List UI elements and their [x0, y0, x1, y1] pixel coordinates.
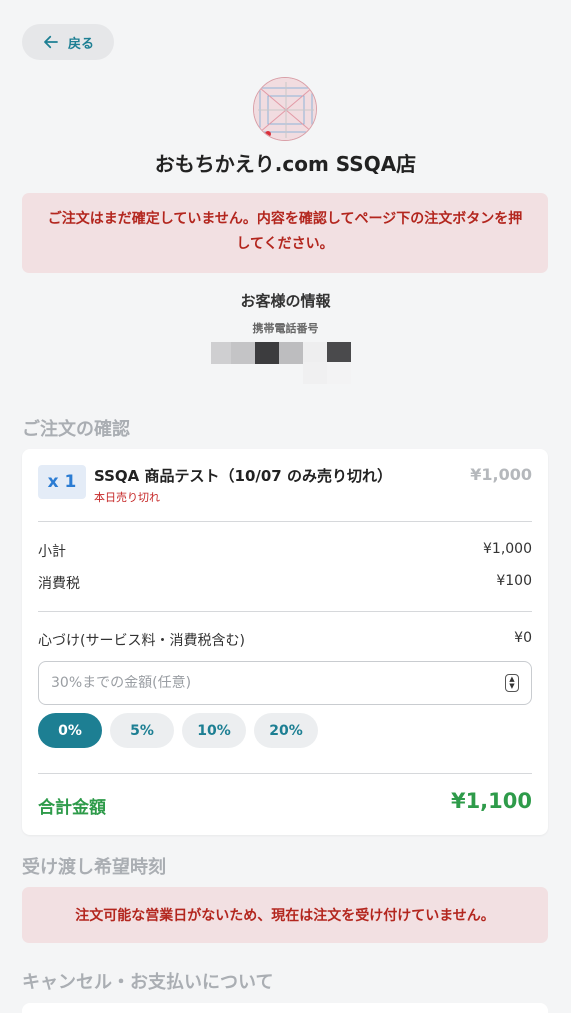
tip-value: ¥0: [514, 630, 532, 646]
back-button[interactable]: 戻る: [22, 24, 114, 60]
tax-label: 消費税: [38, 576, 80, 592]
phone-number-redacted: [211, 342, 351, 384]
tip-chip-0[interactable]: 0%: [38, 713, 102, 748]
order-summary-card: x 1 SSQA 商品テスト（10/07 のみ売り切れ） 本日売り切れ ¥1,0…: [22, 449, 548, 835]
tip-chip-20[interactable]: 20%: [254, 713, 318, 748]
cancel-payment-heading: キャンセル・お支払いについて: [22, 972, 274, 993]
phone-label: 携帯電話番号: [252, 322, 319, 335]
no-business-day-alert: 注文可能な営業日がないため、現在は注文を受け付けていません。: [22, 887, 548, 943]
quantity-badge: x 1: [38, 465, 86, 499]
tip-label: 心づけ(サービス料・消費税含む): [38, 633, 245, 649]
subtotal-label: 小計: [38, 544, 66, 560]
sold-out-note: 本日売り切れ: [94, 491, 160, 504]
divider: [38, 773, 532, 774]
total-label: 合計金額: [38, 798, 106, 818]
cancel-payment-card: [22, 1003, 548, 1013]
tip-amount-input[interactable]: [51, 675, 473, 691]
store-name: おもちかえり.com SSQA店: [154, 152, 417, 176]
tip-chip-10[interactable]: 10%: [182, 713, 246, 748]
arrow-left-icon: [44, 35, 58, 49]
back-label: 戻る: [67, 36, 94, 52]
tax-value: ¥100: [496, 573, 532, 589]
divider: [38, 611, 532, 612]
tip-presets: 0% 5% 10% 20%: [38, 713, 318, 748]
divider: [38, 521, 532, 522]
customer-info-title: お客様の情報: [240, 292, 331, 310]
subtotal-value: ¥1,000: [483, 541, 532, 557]
item-name: SSQA 商品テスト（10/07 のみ売り切れ）: [94, 467, 392, 485]
number-stepper-icon[interactable]: ▲ ▼: [505, 674, 519, 692]
subtotal-row: 小計 ¥1,000: [38, 541, 532, 561]
tip-amount-field[interactable]: ▲▼: [38, 661, 532, 705]
total-value: ¥1,100: [450, 789, 532, 813]
unconfirmed-order-alert: ご注文はまだ確定していません。内容を確認してページ下の注文ボタンを押してください…: [22, 193, 548, 273]
item-price: ¥1,000: [470, 465, 532, 484]
tip-row: 心づけ(サービス料・消費税含む) ¥0: [38, 630, 532, 650]
pickup-time-heading: 受け渡し希望時刻: [22, 857, 166, 878]
tip-chip-5[interactable]: 5%: [110, 713, 174, 748]
store-logo: [253, 77, 317, 141]
order-confirm-heading: ご注文の確認: [22, 419, 130, 440]
tax-row: 消費税 ¥100: [38, 573, 532, 593]
